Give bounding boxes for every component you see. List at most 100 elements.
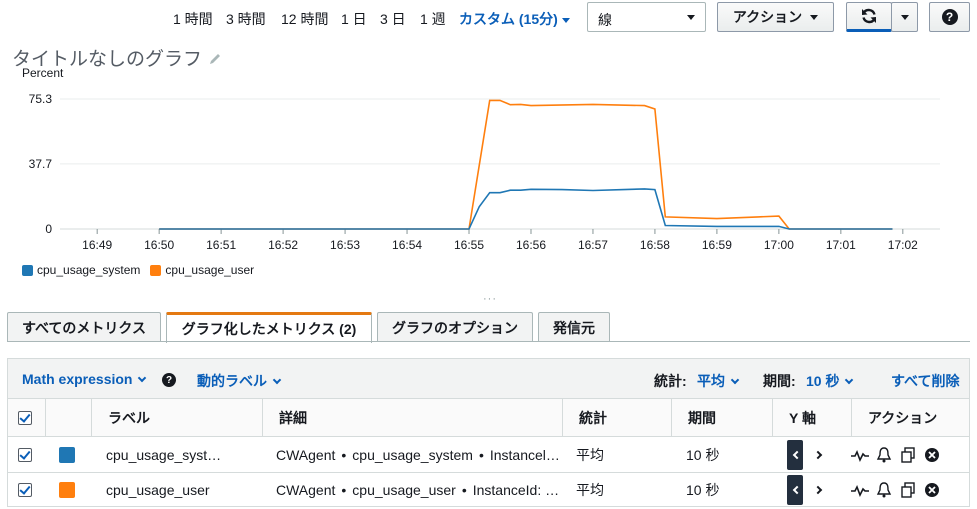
duplicate-icon[interactable] (899, 446, 917, 464)
x-tick-label: 16:51 (206, 238, 236, 252)
range-3d[interactable]: 3 日 (380, 9, 406, 29)
y-tick-label: 75.3 (29, 92, 53, 106)
range-1w[interactable]: 1 週 (420, 9, 446, 29)
x-tick-label: 16:49 (82, 238, 112, 252)
legend-label: cpu_usage_system (37, 263, 141, 277)
chevron-down-icon (138, 373, 147, 383)
row-period[interactable]: 10 秒 (686, 437, 766, 472)
x-tick-label: 16:52 (268, 238, 298, 252)
y-axis-right-button[interactable] (813, 450, 823, 459)
bell-icon[interactable] (875, 446, 893, 464)
row-checkbox-cell[interactable] (18, 473, 46, 506)
duplicate-icon[interactable] (899, 481, 917, 499)
header-label[interactable]: ラベル (91, 399, 262, 436)
row-period[interactable]: 10 秒 (686, 473, 766, 506)
header-period[interactable]: 期間 (671, 399, 772, 436)
period-dropdown[interactable]: 10 秒 (806, 371, 854, 391)
color-header (45, 399, 91, 436)
tab-source[interactable]: 発信元 (538, 312, 610, 342)
x-tick-label: 16:59 (702, 238, 732, 252)
row-label[interactable]: cpu_usage_user (106, 473, 256, 506)
header-actions: アクション (851, 399, 969, 436)
range-3h[interactable]: 3 時間 (226, 9, 266, 29)
x-tick-label: 16:54 (392, 238, 422, 252)
range-12h[interactable]: 12 時間 (281, 9, 328, 29)
series-line-cpu_usage_user (159, 99, 893, 230)
y-axis-right-button[interactable] (813, 485, 823, 494)
range-1h[interactable]: 1 時間 (173, 9, 213, 29)
legend-swatch (22, 264, 33, 276)
legend-item-system[interactable]: cpu_usage_system (22, 263, 140, 277)
math-expression-dropdown[interactable]: Math expression (22, 371, 147, 387)
y-axis-left-button[interactable] (787, 474, 803, 505)
stat-dropdown[interactable]: 平均 (697, 371, 740, 391)
row-stat[interactable]: 平均 (576, 473, 666, 506)
graph-type-select[interactable]: 線 (587, 2, 706, 32)
caret-down-icon (687, 15, 695, 20)
y-axis-unit-label: Percent (22, 66, 64, 80)
select-all-checkbox[interactable] (18, 410, 32, 425)
bell-icon[interactable] (875, 481, 893, 499)
table-row: cpu_usage_user CWAgent • cpu_usage_user • In… (8, 473, 969, 506)
chevron-down-icon (845, 375, 854, 385)
refresh-button[interactable] (846, 2, 892, 32)
row-checkbox[interactable] (18, 447, 32, 462)
range-1d[interactable]: 1 日 (341, 9, 367, 29)
row-checkbox-cell[interactable] (18, 437, 46, 472)
tab-all-metrics[interactable]: すべてのメトリクス (7, 312, 161, 342)
color-cell[interactable] (59, 473, 89, 506)
color-cell[interactable] (59, 437, 89, 472)
dynamic-labels-label: 動的ラベル (197, 373, 267, 389)
tab-panel-border (7, 341, 970, 342)
range-custom-label: カスタム (15分) (459, 11, 558, 27)
remove-icon[interactable] (923, 481, 941, 499)
range-custom[interactable]: カスタム (15分) (459, 9, 570, 29)
row-actions (851, 473, 969, 506)
help-button[interactable]: ? (929, 2, 970, 32)
help-icon[interactable]: ? (162, 373, 176, 387)
series-line-cpu_usage_system (159, 188, 893, 230)
actions-button-label: アクション (732, 9, 803, 25)
row-label[interactable]: cpu_usage_syst… (106, 437, 256, 472)
help-icon: ? (941, 9, 958, 25)
remove-icon[interactable] (923, 446, 941, 464)
caret-down-icon (900, 14, 909, 20)
chart-legend: cpu_usage_system cpu_usage_user (22, 263, 254, 277)
detail-namespace: CWAgent (276, 446, 336, 463)
refresh-interval-dropdown[interactable] (891, 2, 918, 32)
x-tick-label: 16:56 (516, 238, 546, 252)
chevron-down-icon (730, 375, 740, 385)
detail-metric: cpu_usage_system (352, 446, 473, 463)
color-swatch[interactable] (59, 481, 75, 498)
pulse-icon[interactable] (851, 481, 869, 499)
tab-graphed-metrics[interactable]: グラフ化したメトリクス (2) (166, 312, 372, 343)
tab-graph-options[interactable]: グラフのオプション (377, 312, 533, 342)
y-axis-toggle (787, 437, 847, 472)
legend-item-user[interactable]: cpu_usage_user (150, 263, 254, 277)
delete-all-link[interactable]: すべて削除 (891, 371, 959, 391)
y-tick-label: 37.7 (29, 157, 53, 171)
caret-down-icon (561, 17, 570, 23)
actions-button[interactable]: アクション (717, 2, 834, 32)
detail-dimension: Instancel… (489, 446, 560, 463)
line-chart: 0 37.7 75.3 16:49 16:50 16:51 16:52 16:53 16:54 1… (29, 92, 940, 252)
period-label: 期間: (763, 373, 796, 389)
pencil-icon[interactable] (208, 52, 222, 66)
header-details[interactable]: 詳細 (262, 399, 562, 436)
stat-value: 平均 (697, 373, 725, 389)
time-range-bar: 1 時間 3 時間 12 時間 1 日 3 日 1 週 カスタム (15分) 線… (0, 0, 977, 34)
table-row: cpu_usage_syst… CWAgent • cpu_usage_system… (8, 437, 969, 473)
row-actions (851, 437, 969, 472)
color-swatch[interactable] (59, 446, 75, 463)
row-checkbox[interactable] (18, 482, 32, 497)
select-all-checkbox-cell[interactable] (18, 399, 46, 436)
y-axis-left-button[interactable] (787, 439, 803, 470)
dynamic-labels-dropdown[interactable]: 動的ラベル (197, 371, 282, 391)
header-stat[interactable]: 統計 (562, 399, 671, 436)
resize-handle[interactable]: ··· (483, 293, 497, 305)
pulse-icon[interactable] (851, 446, 869, 464)
metrics-table: ラベル 詳細 統計 期間 Y 軸 アクション cpu_usage_syst… C… (7, 398, 970, 507)
legend-label: cpu_usage_user (165, 263, 255, 277)
row-stat[interactable]: 平均 (576, 437, 666, 472)
x-tick-label: 16:53 (330, 238, 360, 252)
